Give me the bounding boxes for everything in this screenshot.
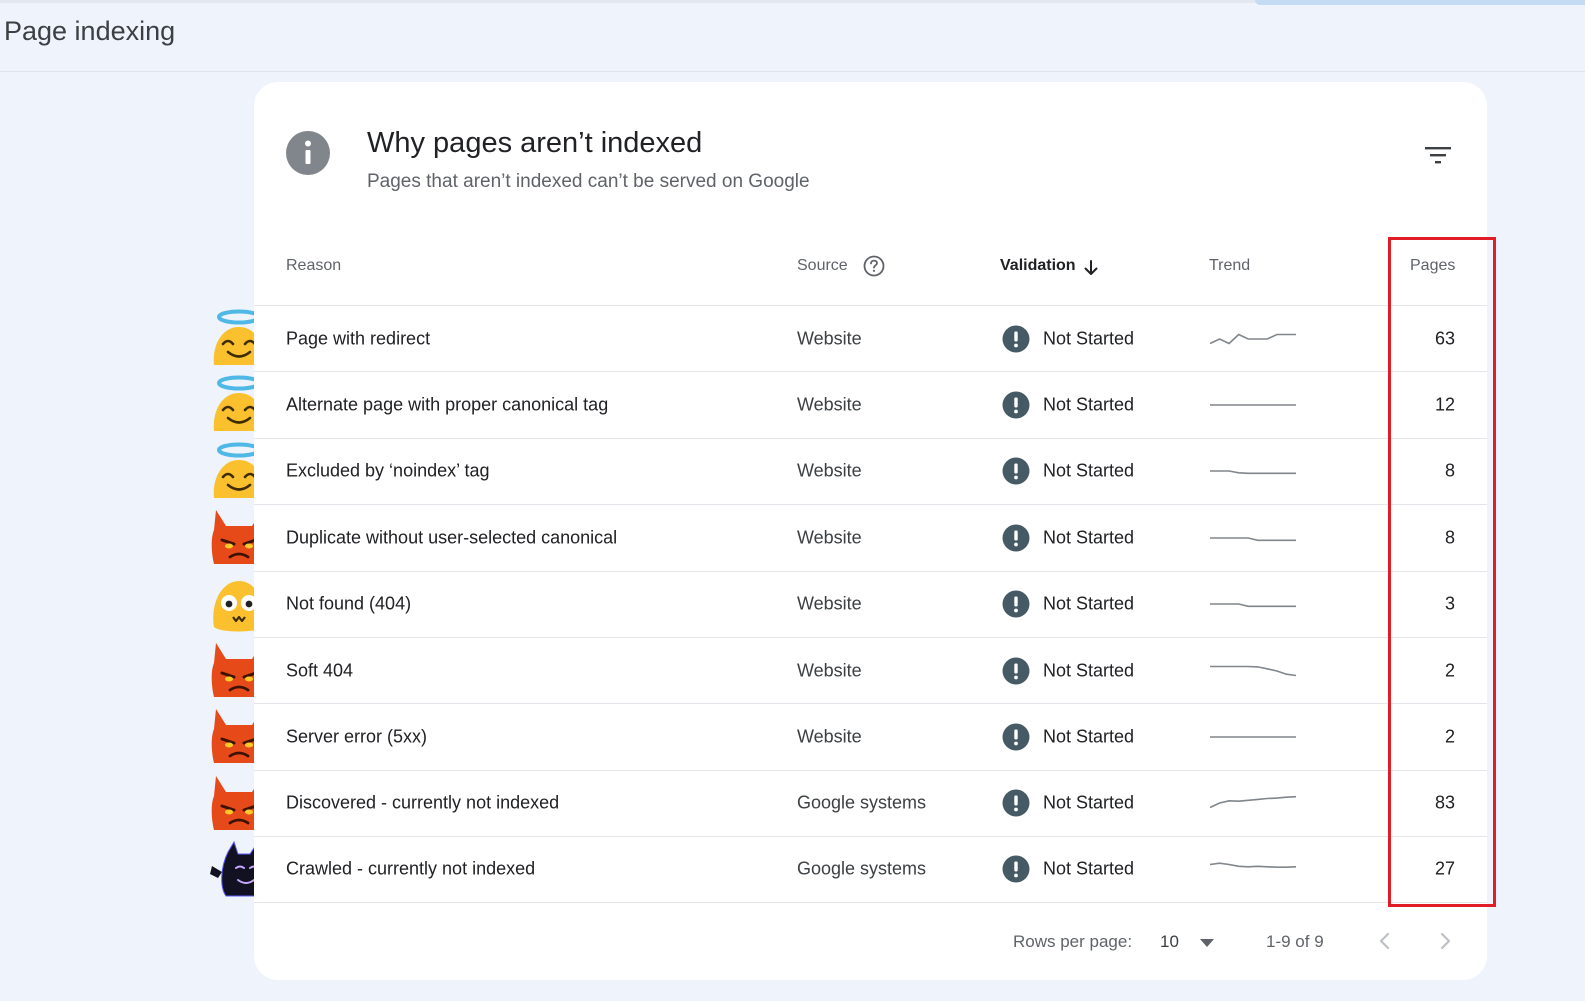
top-accent-bar (1255, 0, 1585, 5)
source-cell: Website (797, 527, 862, 548)
reason-cell[interactable]: Crawled - currently not indexed (286, 859, 535, 880)
header-divider (0, 71, 1585, 72)
trend-sparkline (1210, 603, 1296, 608)
trend-sparkline (1210, 665, 1297, 676)
reason-cell[interactable]: Excluded by ‘noindex’ tag (286, 461, 489, 482)
trend-sparkline (1210, 470, 1296, 475)
filter-icon[interactable] (1424, 144, 1452, 166)
source-cell: Website (797, 660, 862, 681)
source-cell: Website (797, 593, 862, 614)
trend-sparkline (1210, 736, 1296, 738)
previous-page-icon[interactable] (1374, 928, 1396, 954)
source-cell: Google systems (797, 792, 927, 813)
validation-status: Not Started (1043, 394, 1135, 415)
validation-status: Not Started (1043, 858, 1135, 879)
validation-status: Not Started (1043, 726, 1135, 747)
table-row[interactable]: Alternate page with proper canonical tag… (254, 371, 1487, 437)
trend-sparkline (1209, 862, 1297, 869)
indexing-card: Why pages aren’t indexed Pages that aren… (254, 82, 1487, 980)
table-row[interactable]: Not found (404) Website Not Started 3 (254, 570, 1487, 637)
validation-status: Not Started (1043, 660, 1135, 681)
info-icon (286, 131, 330, 175)
table-row[interactable]: Discovered - currently not indexed Google… (254, 769, 1487, 836)
reason-cell[interactable]: Not found (404) (286, 594, 411, 615)
trend-sparkline (1209, 333, 1296, 345)
source-cell: Website (797, 460, 862, 481)
table-body: Page with redirect Website Not Started 63 Al… (254, 305, 1487, 903)
table-row[interactable]: Crawled - currently not indexed Google sy… (254, 836, 1487, 903)
column-header-validation[interactable]: Validation (1000, 257, 1076, 275)
reason-cell[interactable]: Soft 404 (286, 660, 353, 681)
trend-sparkline (1209, 796, 1297, 809)
pages-column-highlight (1388, 237, 1496, 907)
alert-icon (1002, 524, 1030, 552)
validation-status: Not Started (1043, 460, 1135, 481)
validation-status: Not Started (1043, 527, 1135, 548)
pagination: Rows per page: 10 1-9 of 9 (254, 928, 1487, 958)
page-title: Page indexing (4, 16, 176, 46)
reason-cell[interactable]: Discovered - currently not indexed (286, 793, 559, 814)
column-header-reason[interactable]: Reason (286, 257, 341, 275)
alert-icon (1002, 457, 1030, 485)
alert-icon (1002, 855, 1030, 883)
reason-cell[interactable]: Page with redirect (286, 328, 430, 349)
reason-cell[interactable]: Duplicate without user-selected canonica… (286, 527, 617, 548)
sort-descending-icon[interactable] (1083, 259, 1099, 277)
next-page-icon[interactable] (1434, 928, 1456, 954)
alert-icon (1002, 657, 1030, 685)
source-cell: Google systems (797, 858, 927, 879)
reason-cell[interactable]: Server error (5xx) (286, 727, 427, 748)
table-row[interactable]: Soft 404 Website Not Started 2 (254, 636, 1487, 703)
validation-status: Not Started (1043, 792, 1135, 813)
page-range: 1-9 of 9 (1266, 932, 1324, 951)
alert-icon (1002, 325, 1030, 353)
help-icon[interactable] (863, 255, 885, 277)
alert-icon (1002, 391, 1030, 419)
rows-per-page-label: Rows per page: (1013, 932, 1133, 951)
alert-icon (1002, 590, 1030, 618)
column-header-source[interactable]: Source (797, 257, 848, 275)
alert-icon (1002, 789, 1030, 817)
card-subtitle: Pages that aren’t indexed can’t be serve… (367, 171, 810, 192)
trend-sparkline (1210, 404, 1296, 406)
table-row[interactable]: Page with redirect Website Not Started 63 (254, 305, 1487, 371)
validation-status: Not Started (1043, 328, 1135, 349)
table-row[interactable]: Excluded by ‘noindex’ tag Website Not Star… (254, 437, 1487, 504)
card-title: Why pages aren’t indexed (367, 127, 703, 159)
source-cell: Website (797, 328, 862, 349)
table-row[interactable]: Server error (5xx) Website Not Started 2 (254, 703, 1487, 769)
rows-per-page-select[interactable]: 10 (1160, 932, 1179, 952)
alert-icon (1002, 723, 1030, 751)
validation-status: Not Started (1043, 593, 1135, 614)
reason-cell[interactable]: Alternate page with proper canonical tag (286, 395, 608, 416)
table-row[interactable]: Duplicate without user-selected canonica… (254, 504, 1487, 570)
column-header-trend[interactable]: Trend (1209, 257, 1250, 275)
chevron-down-icon[interactable] (1198, 937, 1216, 949)
source-cell: Website (797, 726, 862, 747)
source-cell: Website (797, 394, 862, 415)
trend-sparkline (1210, 537, 1296, 541)
